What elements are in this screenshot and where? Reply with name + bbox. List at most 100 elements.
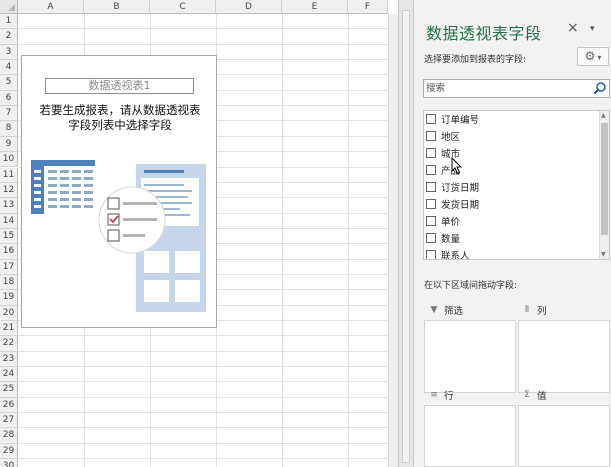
row-header[interactable]: 14 (0, 213, 18, 229)
checkbox[interactable] (426, 182, 436, 192)
tools-button[interactable]: ⚙ ▾ (577, 47, 609, 66)
pivot-table-placeholder[interactable]: 数据透视表1 若要生成报表，请从数据透视表 字段列表中选择字段 (21, 55, 217, 328)
row-header[interactable]: 16 (0, 244, 18, 260)
row-header[interactable]: 26 (0, 397, 18, 414)
area-columns-label: 列 (537, 306, 547, 317)
pane-options-chevron-icon[interactable]: ▾ (590, 24, 595, 34)
field-quantity[interactable]: 数量 (426, 230, 460, 246)
gridline (18, 381, 388, 383)
area-rows-header: ≡ 行 (423, 385, 515, 405)
field-label: 发货日期 (441, 200, 480, 211)
area-columns-drop[interactable] (518, 320, 610, 393)
rows-icon: ≡ (430, 390, 438, 400)
sheet-vertical-scrollbar[interactable] (388, 14, 398, 467)
columns-icon: ⦀ (525, 305, 529, 315)
select-all-corner[interactable] (0, 0, 18, 14)
area-values-label: 值 (537, 391, 547, 402)
checkbox[interactable] (426, 148, 436, 158)
row-header[interactable]: 20 (0, 305, 18, 321)
area-filter-drop[interactable] (424, 320, 516, 393)
checkbox[interactable] (426, 165, 436, 175)
area-values-drop[interactable] (518, 405, 610, 467)
gridline (282, 14, 283, 467)
field-order-id[interactable]: 订单编号 (426, 111, 479, 127)
row-header[interactable]: 17 (0, 259, 18, 275)
field-contact[interactable]: 联系人 (426, 247, 470, 260)
gear-icon: ⚙ (584, 49, 596, 63)
area-values-header: Σ值 (516, 385, 608, 405)
column-header-a[interactable]: A (18, 0, 84, 14)
gridline (18, 28, 388, 30)
row-header[interactable]: 24 (0, 367, 18, 383)
row-header[interactable]: 10 (0, 152, 18, 168)
row-header[interactable]: 12 (0, 182, 18, 199)
pivot-instructions: 若要生成报表，请从数据透视表 字段列表中选择字段 (26, 103, 214, 133)
gridline (18, 442, 388, 444)
row-header[interactable]: 8 (0, 121, 18, 137)
checkbox[interactable] (426, 216, 436, 226)
checkbox[interactable] (426, 114, 436, 124)
row-header[interactable]: 21 (0, 321, 18, 337)
chevron-down-icon: ▾ (597, 53, 602, 62)
field-region[interactable]: 地区 (426, 128, 460, 144)
scroll-thumb[interactable] (601, 123, 608, 235)
column-header-e[interactable]: E (282, 0, 348, 14)
row-header[interactable]: 22 (0, 336, 18, 352)
scroll-down-icon[interactable]: ▼ (601, 251, 606, 258)
row-header[interactable]: 28 (0, 428, 18, 444)
area-filter-label: 筛选 (444, 306, 464, 317)
row-header[interactable]: 30 (0, 459, 18, 467)
gridline (18, 427, 388, 429)
field-list[interactable]: 订单编号 地区 城市 产品 订货日期 发货日期 单价 数量 联系人 ▲ ▼ (423, 110, 610, 260)
row-header[interactable]: 1 (0, 14, 18, 30)
field-list-scrollbar[interactable]: ▲ ▼ (599, 111, 609, 259)
field-label: 联系人 (441, 251, 470, 260)
area-columns-header: ⦀ 列 (516, 300, 608, 320)
gridline (18, 366, 388, 368)
checkbox[interactable] (426, 131, 436, 141)
scroll-up-icon[interactable]: ▲ (601, 112, 606, 119)
pivot-instructions-line-1: 若要生成报表，请从数据透视表 (39, 103, 201, 117)
gridline (18, 396, 388, 398)
search-icon[interactable] (592, 80, 608, 97)
field-search-box[interactable] (423, 79, 610, 98)
row-header[interactable]: 7 (0, 106, 18, 122)
pivot-instructions-line-2: 字段列表中选择字段 (68, 118, 172, 132)
row-header[interactable]: 6 (0, 90, 18, 107)
row-header[interactable]: 2 (0, 29, 18, 45)
column-header-b[interactable]: B (84, 0, 150, 14)
field-unit-price[interactable]: 单价 (426, 213, 460, 229)
field-label: 单价 (441, 217, 461, 228)
row-header[interactable]: 27 (0, 413, 18, 429)
close-icon[interactable]: × (567, 20, 579, 36)
row-header[interactable]: 19 (0, 290, 18, 306)
row-header[interactable]: 15 (0, 228, 18, 245)
row-header[interactable]: 11 (0, 167, 18, 183)
field-order-date[interactable]: 订货日期 (426, 179, 479, 195)
checkbox[interactable] (426, 233, 436, 243)
checkbox[interactable] (426, 250, 436, 259)
row-header[interactable]: 9 (0, 136, 18, 153)
field-ship-date[interactable]: 发货日期 (426, 196, 479, 212)
worksheet-grid[interactable]: A B C D E F 1 2 3 4 5 6 7 8 9 10 11 12 13 14 15 16 17 18 1… (0, 0, 398, 467)
row-header[interactable]: 3 (0, 44, 18, 61)
checkbox[interactable] (426, 199, 436, 209)
gridline (348, 14, 349, 467)
row-header[interactable]: 29 (0, 443, 18, 460)
column-header-c[interactable]: C (150, 0, 216, 14)
row-header[interactable]: 13 (0, 198, 18, 214)
column-header-f[interactable]: F (348, 0, 388, 14)
mouse-cursor-icon (451, 157, 463, 175)
area-rows-drop[interactable] (424, 405, 516, 467)
row-header[interactable]: 18 (0, 274, 18, 291)
column-header-d[interactable]: D (216, 0, 282, 14)
row-header[interactable]: 25 (0, 382, 18, 398)
pane-title: 数据透视表字段 (426, 24, 542, 43)
row-header[interactable]: 4 (0, 60, 18, 76)
pane-splitter[interactable] (398, 0, 414, 467)
row-header[interactable]: 23 (0, 351, 18, 368)
row-header[interactable]: 5 (0, 75, 18, 91)
search-input[interactable] (426, 81, 586, 96)
splitter-grip[interactable] (402, 10, 410, 463)
drag-fields-label: 在以下区域间拖动字段: (424, 281, 518, 291)
